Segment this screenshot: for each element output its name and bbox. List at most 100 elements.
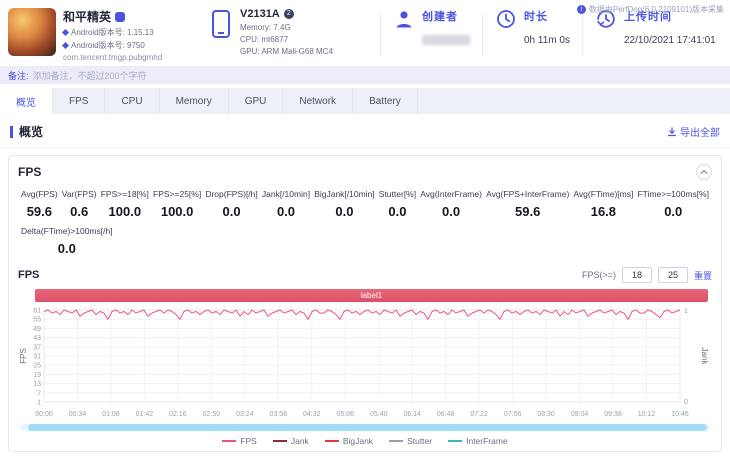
legend-swatch: [448, 440, 463, 442]
game-version-line2: Android版本号: 9750: [61, 40, 162, 51]
tab-概览[interactable]: 概览: [0, 88, 53, 114]
svg-text:25: 25: [33, 363, 41, 370]
reset-button[interactable]: 重置: [694, 269, 712, 282]
game-info-group: 和平精英 Android版本号: 1.15.13 Android版本号: 975…: [8, 8, 206, 62]
stat-label: Avg(InterFrame): [420, 189, 482, 199]
chart-scrollbar-thumb[interactable]: [28, 424, 707, 431]
svg-text:03:24: 03:24: [236, 411, 254, 418]
divider: [482, 14, 483, 56]
stat-value: 0.0: [664, 204, 683, 219]
section-title: 概览: [10, 123, 43, 140]
stat-value: 100.0: [160, 204, 194, 219]
svg-text:09:38: 09:38: [604, 411, 622, 418]
tab-Memory[interactable]: Memory: [160, 88, 229, 114]
collapse-button[interactable]: [696, 164, 712, 180]
svg-text:1: 1: [684, 308, 688, 315]
tab-CPU[interactable]: CPU: [105, 88, 160, 114]
game-meta: 和平精英 Android版本号: 1.15.13 Android版本号: 975…: [61, 8, 163, 62]
svg-text:13: 13: [33, 381, 41, 388]
fps-line-chart[interactable]: 00:00 00:34 01:08 01:42 02:16 02:50 03:24 03:58…: [18, 304, 710, 422]
fps-stat: Drop(FPS)[/h] 0.0: [205, 189, 257, 219]
fps-stat: Var(FPS) 0.6: [62, 189, 97, 219]
game-package: com.tencent.tmgp.pubgmhd: [63, 53, 163, 62]
duration-label: 时长: [524, 11, 548, 23]
stat-label: BigJank[/10min]: [314, 189, 375, 199]
note-placeholder: 添加备注，不超过200个字符: [32, 70, 147, 81]
game-name: 和平精英: [63, 10, 112, 24]
stat-label: Avg(FPS): [21, 189, 58, 199]
svg-text:43: 43: [33, 335, 41, 342]
chart-scrollbar-track[interactable]: [20, 424, 710, 431]
tab-Battery[interactable]: Battery: [353, 88, 418, 114]
game-version-line1: Android版本号: 1.15.13: [61, 27, 162, 38]
divider: [581, 14, 583, 56]
svg-text:02:16: 02:16: [169, 411, 187, 418]
stat-value: 59.6: [515, 204, 541, 219]
export-all-label: 导出全部: [680, 128, 720, 139]
fps-chart-container: 00:00 00:34 01:08 01:42 02:16 02:50 03:24 03:58…: [18, 304, 712, 422]
tab-Network[interactable]: Network: [283, 88, 354, 114]
svg-text:61: 61: [33, 308, 41, 315]
section-title-text: 概览: [19, 125, 44, 139]
svg-text:05:06: 05:06: [336, 411, 354, 418]
legend-label: InterFrame: [466, 436, 508, 446]
divider: [380, 14, 381, 56]
svg-text:08:30: 08:30: [537, 411, 555, 418]
fps-card-title: FPS: [18, 165, 42, 179]
game-badge-icon: [115, 11, 126, 22]
device-meta: V2131A 2 Memory: 7.4G CPU: mt6877 GPU: A…: [240, 8, 333, 56]
svg-text:00:34: 00:34: [69, 411, 87, 418]
header: i 数据由PerfDog(6.0.2109101)版本采集 和平精英 Andro…: [0, 0, 730, 64]
fps-stat: Avg(FPS) 59.6: [21, 189, 58, 219]
legend-swatch: [272, 440, 287, 442]
tab-GPU[interactable]: GPU: [229, 88, 284, 114]
fps-stat: Avg(InterFrame) 0.0: [420, 189, 482, 219]
legend-swatch: [324, 440, 339, 442]
creator-group: 创建者: [393, 8, 470, 45]
duration-value: 0h 11m 0s: [524, 35, 570, 46]
stat-label: FPS>=18[%]: [100, 189, 149, 199]
game-version-text2: Android版本号: 9750: [71, 41, 145, 50]
svg-text:10:46: 10:46: [671, 411, 689, 418]
chart-label-banner: label1: [35, 289, 708, 302]
device-info-group: V2131A 2 Memory: 7.4G CPU: mt6877 GPU: A…: [210, 8, 368, 56]
svg-text:10:12: 10:12: [638, 411, 656, 418]
fps-card-head: FPS: [18, 164, 712, 180]
fps-threshold-input-1[interactable]: [621, 267, 652, 283]
note-label: 备注:: [8, 70, 29, 81]
download-icon: [667, 126, 677, 136]
device-count-badge: 2: [283, 9, 294, 19]
svg-text:FPS: FPS: [19, 348, 28, 364]
svg-text:03:58: 03:58: [270, 411, 288, 418]
stat-label: FPS>=25[%]: [153, 189, 202, 199]
collector-note: i 数据由PerfDog(6.0.2109101)版本采集: [576, 4, 724, 15]
fps-stats-row1: Avg(FPS) 59.6 Var(FPS) 0.6 FPS>=18[%] 100.0 FP…: [18, 180, 712, 219]
tab-FPS[interactable]: FPS: [53, 88, 106, 114]
fps-threshold-input-2[interactable]: [657, 267, 688, 283]
fps-chart-head: FPS FPS(>=) 重置: [18, 267, 712, 283]
upload-time-value: 22/10/2021 17:41:01: [623, 35, 716, 46]
export-all-link[interactable]: 导出全部: [667, 124, 720, 139]
duration-group: 时长 0h 11m 0s: [495, 8, 570, 46]
overview-section-head: 概览 导出全部: [0, 114, 730, 148]
stat-value: 0.0: [222, 204, 241, 219]
perfdog-report-page: i 数据由PerfDog(6.0.2109101)版本采集 和平精英 Andro…: [0, 0, 730, 452]
svg-text:06:14: 06:14: [403, 411, 421, 418]
fps-stat: FPS>=25[%] 100.0: [153, 189, 201, 219]
fps-stat: BigJank[/10min] 0.0: [314, 189, 374, 219]
stat-value: 0.0: [335, 204, 354, 219]
fps-threshold-controls: FPS(>=) 重置: [582, 267, 712, 283]
legend-label: FPS: [240, 436, 257, 446]
legend-item-FPS: FPS: [222, 436, 257, 446]
fps-stat: Jank[/10min] 0.0: [262, 189, 310, 219]
stat-value: 16.8: [590, 204, 617, 219]
info-icon: i: [576, 5, 586, 14]
svg-text:01:42: 01:42: [136, 411, 154, 418]
stat-value: 0.0: [57, 241, 76, 256]
fps-stat: Avg(FPS+InterFrame) 59.6: [486, 189, 569, 219]
svg-text:07:22: 07:22: [470, 411, 488, 418]
device-memory: Memory: 7.4G: [240, 23, 291, 32]
stat-label: Avg(FPS+InterFrame): [486, 189, 570, 199]
stat-value: 0.0: [276, 204, 296, 219]
note-input[interactable]: 备注: 添加备注，不超过200个字符: [0, 66, 730, 84]
